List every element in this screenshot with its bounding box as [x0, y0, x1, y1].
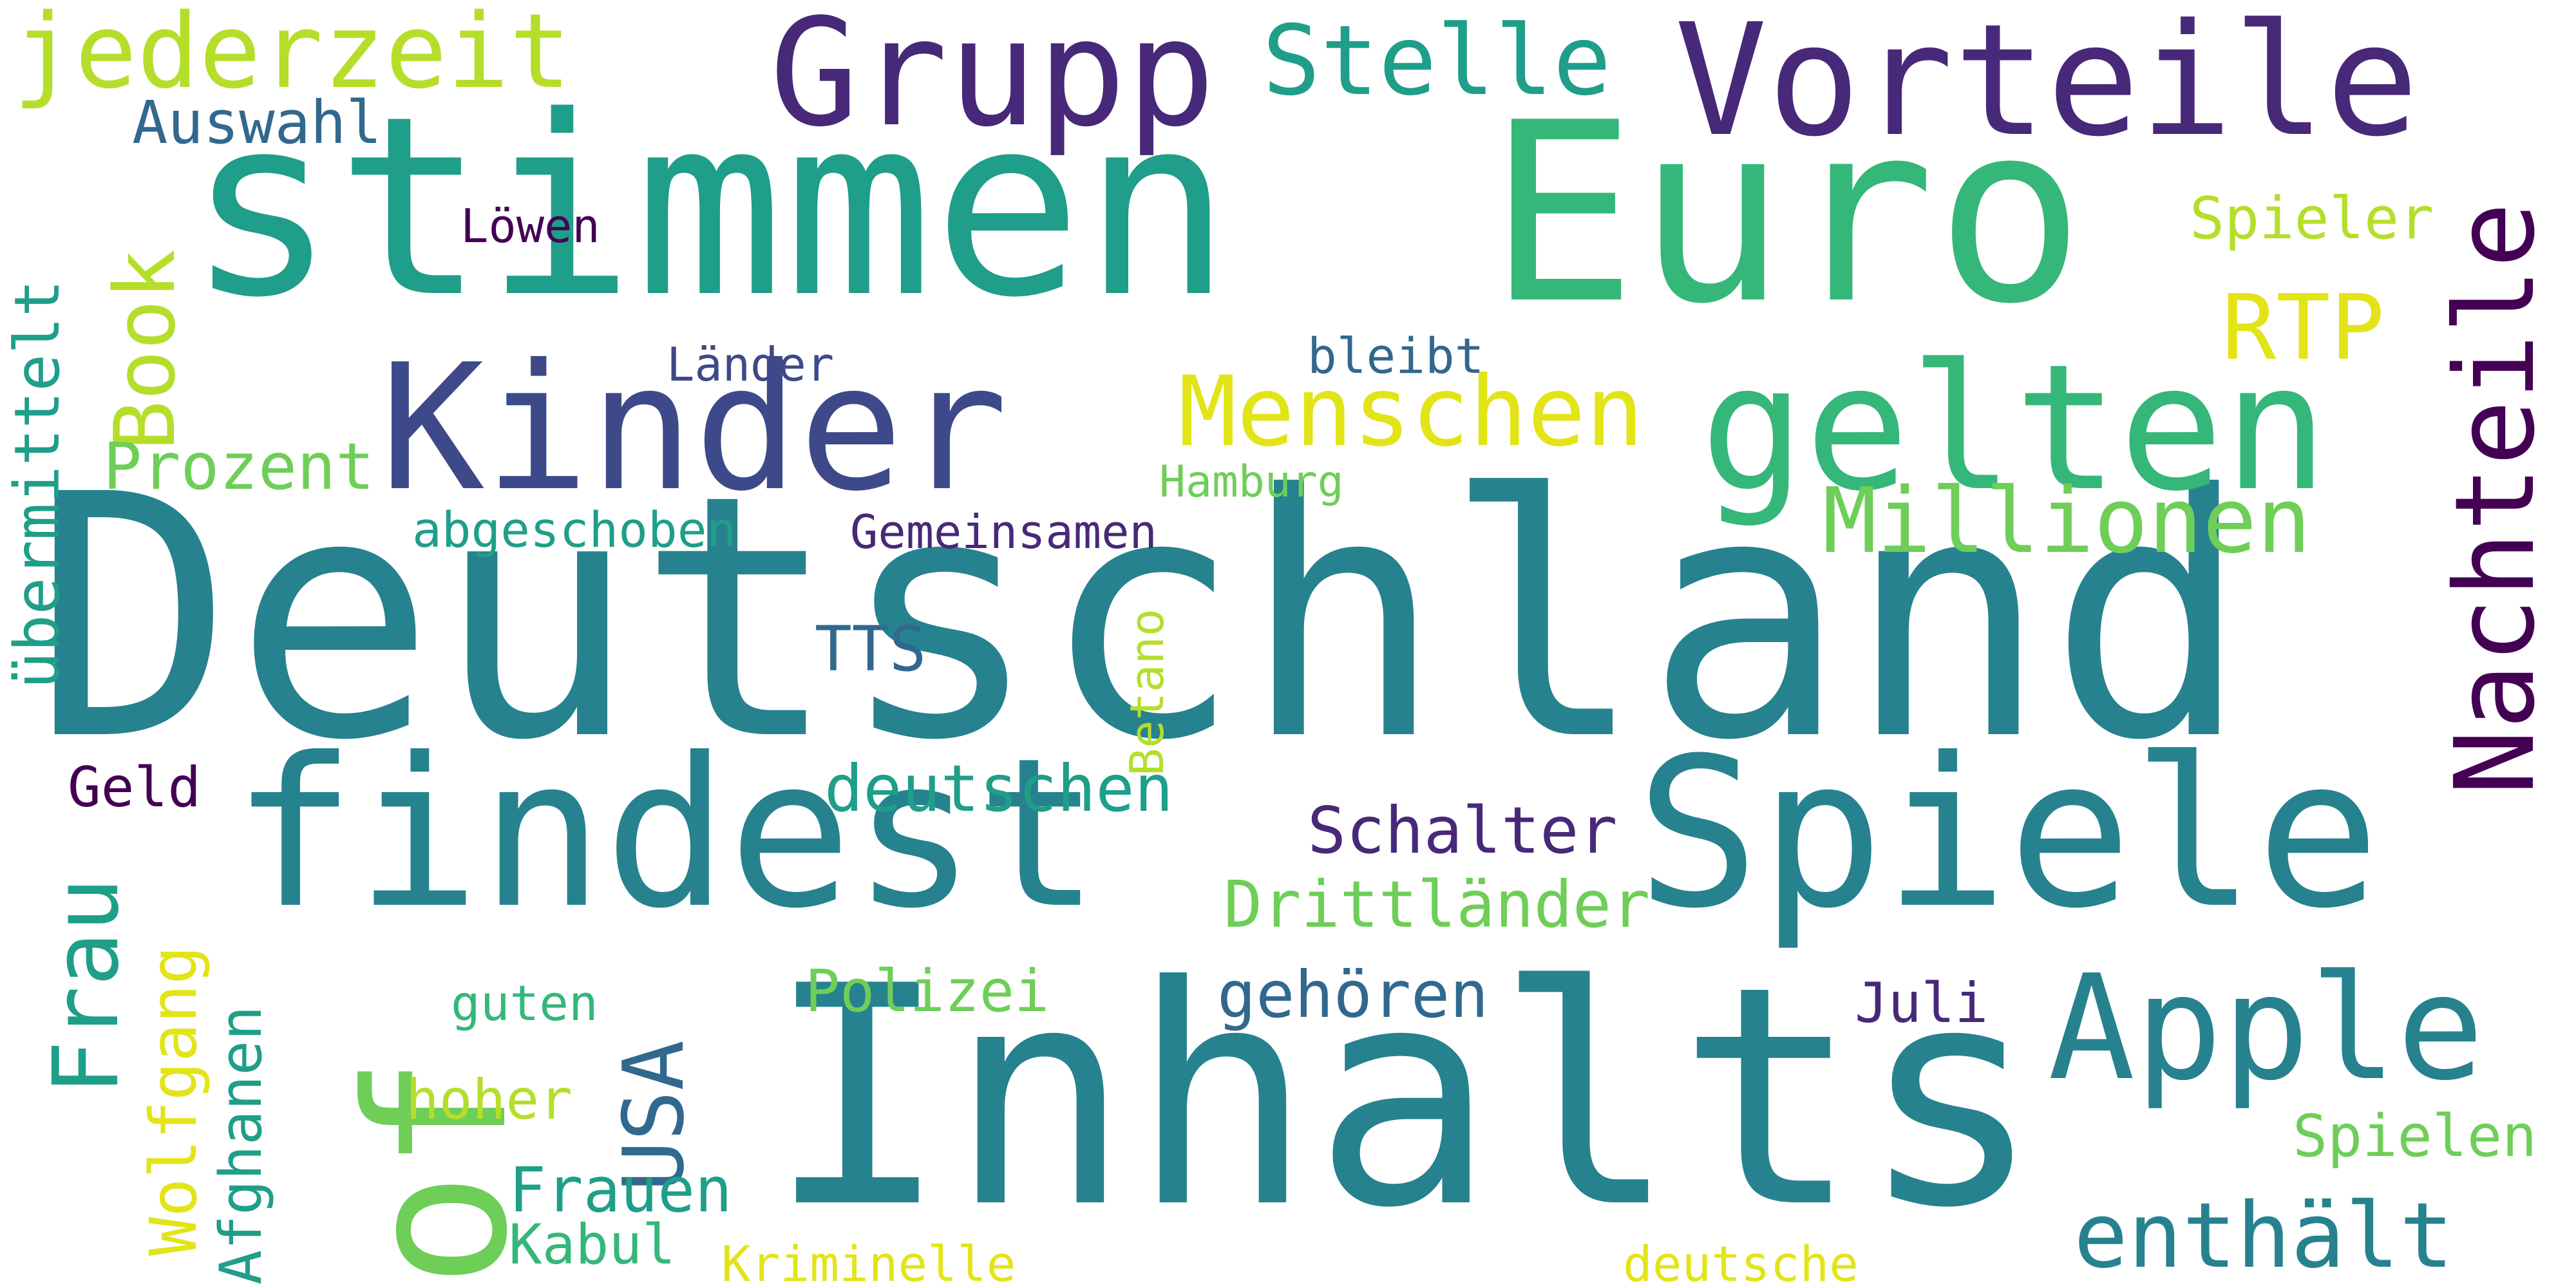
- word-abgeschoben: abgeschoben: [412, 501, 737, 558]
- word-millionen: Millionen: [1823, 469, 2311, 574]
- word-deutschen: deutschen: [824, 751, 1173, 826]
- word-spielen: Spielen: [2293, 1103, 2537, 1170]
- word-jederzeit: jederzeit: [13, 0, 571, 111]
- word-uebermittelt: übermittelt: [1, 279, 73, 689]
- word-stelle: Stelle: [1262, 5, 1611, 117]
- word-gehoeren: gehören: [1217, 957, 1489, 1032]
- word-hamburg: Hamburg: [1159, 457, 1344, 507]
- word-laender: Länder: [667, 337, 835, 392]
- word-schalter: Schalter: [1307, 793, 1618, 868]
- word-polizei: Polizei: [805, 958, 1050, 1025]
- word-deutsche: deutsche: [1623, 1235, 1859, 1288]
- word-book: Book: [96, 249, 194, 451]
- word-afghanen: Afghanen: [207, 1005, 275, 1285]
- word-geld: Geld: [68, 755, 202, 820]
- word-kabul: Kabul: [509, 1213, 676, 1277]
- word-spieler: Spieler: [2190, 185, 2434, 252]
- word-gemeinsamen: Gemeinsamen: [850, 505, 1157, 559]
- word-tts: TTS: [815, 613, 927, 685]
- word-juli: Juli: [1855, 971, 1989, 1036]
- word-frau: Frau: [34, 877, 139, 1095]
- word-nachteile: Nachteile: [2432, 202, 2559, 795]
- word-frauen: Frauen: [509, 1154, 732, 1226]
- word-kriminelle: Kriminelle: [721, 1235, 1016, 1288]
- word-apple: Apple: [2048, 944, 2485, 1113]
- word-guten: guten: [451, 974, 598, 1032]
- word-enthaelt: enthält: [2074, 1184, 2454, 1288]
- word-cloud: Deutschland stimmen Euro Inhalts findest…: [0, 0, 2576, 1288]
- word-spiele: Spiele: [1636, 714, 2380, 954]
- word-wolfgang: Wolfgang: [136, 945, 211, 1256]
- word-auswahl: Auswahl: [132, 88, 382, 157]
- word-loewen: Löwen: [460, 199, 600, 253]
- word-drittlaender: Drittländer: [1224, 867, 1651, 942]
- word-vorteile: Vorteile: [1674, 0, 2419, 171]
- word-rtp: RTP: [2222, 276, 2385, 381]
- word-prozent: Prozent: [103, 429, 375, 504]
- word-hoher: hoher: [406, 1068, 573, 1132]
- word-bleibt: bleibt: [1307, 327, 1484, 384]
- word-grupp: Grupp: [770, 0, 1216, 160]
